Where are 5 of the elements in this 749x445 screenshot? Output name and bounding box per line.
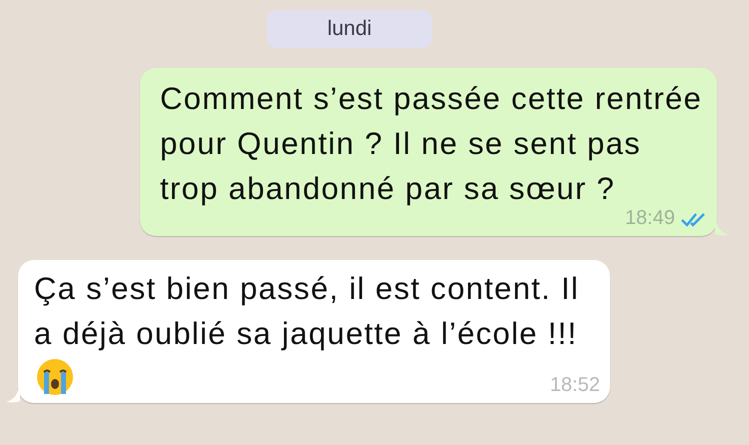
message-text: Comment s’est passée cette rentrée pour Quentin ? Il ne se sent pas trop abandonné par sa sœur ? <box>160 80 704 208</box>
message-text: Ça s’est bien passé, il est content. Il a déjà oublié sa jaquette à l’école !!! <box>34 270 580 353</box>
date-chip: lundi <box>267 10 432 48</box>
message-time: 18:49 <box>624 207 675 230</box>
message-time: 18:52 <box>550 374 600 397</box>
